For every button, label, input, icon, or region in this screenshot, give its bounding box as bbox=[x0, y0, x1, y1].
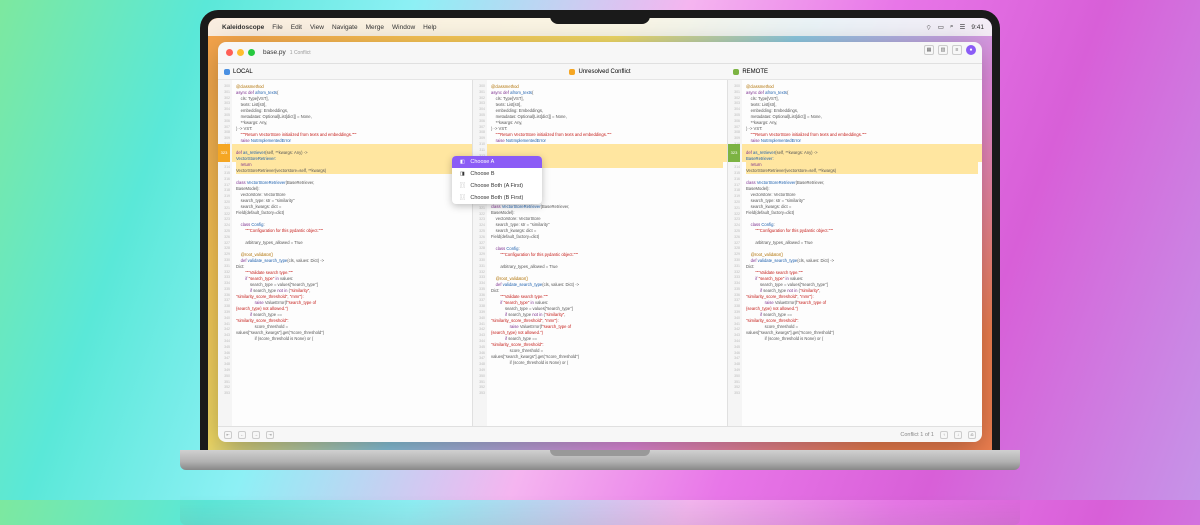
menu-navigate[interactable]: Navigate bbox=[332, 24, 358, 31]
view-mode-split-icon[interactable]: ▥ bbox=[938, 45, 948, 55]
laptop-frame: Kaleidoscope File Edit View Navigate Mer… bbox=[180, 10, 1020, 490]
col-local: LOCAL bbox=[218, 64, 473, 79]
conflict-resolution-menu: ◧ Choose A ◨ Choose B ⿵ Choose Both (A F… bbox=[452, 156, 542, 204]
line-gutter: 3003013023033043053063073083093103113123… bbox=[218, 80, 232, 426]
col-remote-label: REMOTE bbox=[742, 69, 768, 75]
menu-file[interactable]: File bbox=[272, 24, 282, 31]
pane-merged[interactable]: 3003013023033043053063073083093103113123… bbox=[472, 80, 727, 426]
local-badge-icon bbox=[224, 69, 230, 75]
menu-edit[interactable]: Edit bbox=[291, 24, 302, 31]
code-local: @classmethod async def afrom_texts( cls:… bbox=[218, 80, 472, 346]
statusbar: ⇤ ← → ⇥ Conflict 1 of 1 ↑ ↓ ⎌ bbox=[218, 426, 982, 442]
screen-bezel: Kaleidoscope File Edit View Navigate Mer… bbox=[200, 10, 1000, 450]
minimize-button[interactable] bbox=[237, 49, 244, 56]
col-center-label: Unresolved Conflict bbox=[578, 69, 630, 75]
menu-choose-both-b-first[interactable]: ⿶ Choose Both (B First) bbox=[452, 192, 542, 204]
next-conflict-icon[interactable]: ↓ bbox=[954, 431, 962, 439]
remote-badge-icon bbox=[733, 69, 739, 75]
conflict-badge-icon bbox=[569, 69, 575, 75]
both-a-icon: ⿵ bbox=[458, 183, 466, 189]
line-gutter: 3003013023033043053063073083093103113123… bbox=[728, 80, 742, 426]
nav-next-icon[interactable]: → bbox=[252, 431, 260, 439]
menu-choose-a[interactable]: ◧ Choose A bbox=[452, 156, 542, 168]
app-name[interactable]: Kaleidoscope bbox=[222, 24, 264, 31]
battery-icon[interactable]: ▭ bbox=[938, 23, 944, 31]
code-remote: @classmethod async def afrom_texts( cls:… bbox=[728, 80, 982, 346]
view-mode-grid-icon[interactable]: ▦ bbox=[924, 45, 934, 55]
menu-window[interactable]: Window bbox=[392, 24, 415, 31]
conflict-counter: Conflict 1 of 1 bbox=[900, 432, 934, 438]
nav-prev-icon[interactable]: ← bbox=[238, 431, 246, 439]
menu-merge[interactable]: Merge bbox=[366, 24, 384, 31]
titlebar: base.py 1 Conflict ▦ ▥ ≡ ● bbox=[218, 42, 982, 64]
desktop: Kaleidoscope File Edit View Navigate Mer… bbox=[208, 18, 992, 450]
window-title: base.py bbox=[263, 49, 286, 56]
column-headers: LOCAL Unresolved Conflict REMOTE bbox=[218, 64, 982, 80]
nav-last-icon[interactable]: ⇥ bbox=[266, 431, 274, 439]
choose-a-icon: ◧ bbox=[458, 159, 466, 165]
menu-choose-both-a-first[interactable]: ⿵ Choose Both (A First) bbox=[452, 180, 542, 192]
wifi-icon[interactable]: ⌔ bbox=[926, 23, 932, 32]
window-subtitle: 1 Conflict bbox=[290, 50, 311, 56]
col-center: Unresolved Conflict bbox=[473, 64, 728, 79]
traffic-lights bbox=[226, 49, 255, 56]
view-mode-unified-icon[interactable]: ≡ bbox=[952, 45, 962, 55]
col-remote: REMOTE bbox=[727, 64, 982, 79]
close-button[interactable] bbox=[226, 49, 233, 56]
pane-remote[interactable]: 323 300301302303304305306307308309310311… bbox=[727, 80, 982, 426]
code-merged: @classmethod async def afrom_texts( cls:… bbox=[473, 80, 727, 370]
diff-panes: 323 300301302303304305306307308309310311… bbox=[218, 80, 982, 426]
menu-view[interactable]: View bbox=[310, 24, 324, 31]
merge-action-icon[interactable]: ⎌ bbox=[968, 431, 976, 439]
laptop-base bbox=[180, 450, 1020, 470]
both-b-icon: ⿶ bbox=[458, 195, 466, 201]
notch bbox=[550, 10, 650, 24]
col-local-label: LOCAL bbox=[233, 69, 253, 75]
diff-line-marker[interactable]: 323 bbox=[218, 144, 230, 162]
app-window: base.py 1 Conflict ▦ ▥ ≡ ● LOCAL bbox=[218, 42, 982, 442]
clock[interactable]: 9:41 bbox=[971, 24, 984, 31]
nav-first-icon[interactable]: ⇤ bbox=[224, 431, 232, 439]
prev-conflict-icon[interactable]: ↑ bbox=[940, 431, 948, 439]
account-icon[interactable]: ● bbox=[966, 45, 976, 55]
pane-local[interactable]: 323 300301302303304305306307308309310311… bbox=[218, 80, 472, 426]
diff-line-marker[interactable]: 323 bbox=[728, 144, 740, 162]
choose-b-icon: ◨ bbox=[458, 171, 466, 177]
control-center-icon[interactable]: ☰ bbox=[960, 23, 966, 31]
menu-help[interactable]: Help bbox=[423, 24, 436, 31]
menu-choose-b[interactable]: ◨ Choose B bbox=[452, 168, 542, 180]
zoom-button[interactable] bbox=[248, 49, 255, 56]
search-icon[interactable]: ⌕ bbox=[950, 23, 954, 31]
line-gutter: 3003013023033043053063073083093103113123… bbox=[473, 80, 487, 426]
